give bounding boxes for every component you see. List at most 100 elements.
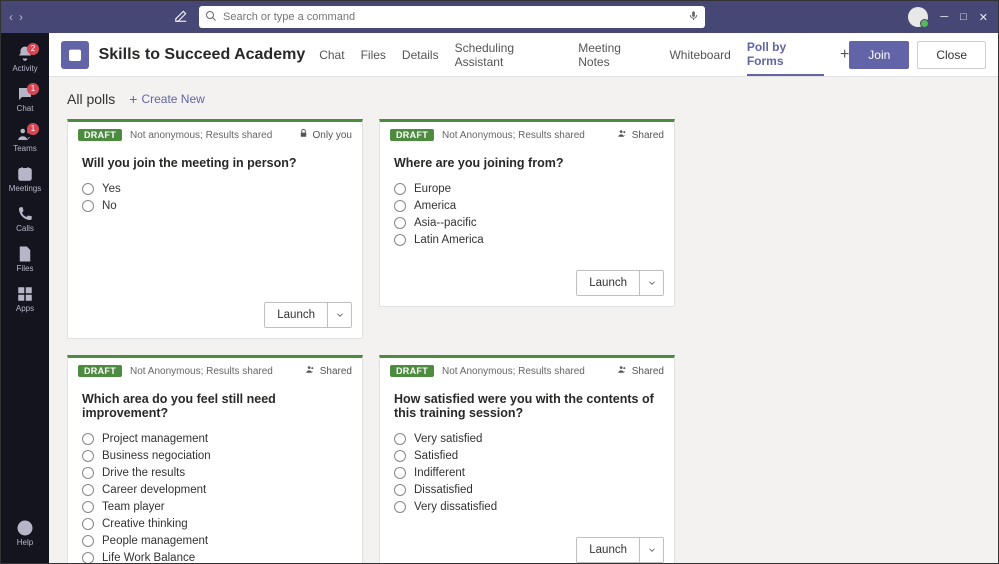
launch-button[interactable]: Launch <box>576 270 664 296</box>
rail-item-apps[interactable]: Apps <box>1 279 49 319</box>
poll-card: DRAFT Not Anonymous; Results shared Shar… <box>379 119 675 307</box>
radio-icon <box>82 200 94 212</box>
option-label: Yes <box>102 183 121 195</box>
launch-button[interactable]: Launch <box>264 302 352 328</box>
tab-add[interactable]: + <box>840 33 849 76</box>
poll-option[interactable]: Career development <box>82 481 348 498</box>
radio-icon <box>82 501 94 513</box>
rail-item-activity[interactable]: Activity 2 <box>1 39 49 79</box>
option-label: Asia--pacific <box>414 217 477 229</box>
chevron-down-icon[interactable] <box>327 303 351 327</box>
poll-option[interactable]: Drive the results <box>82 464 348 481</box>
chevron-down-icon[interactable] <box>639 271 663 295</box>
poll-option[interactable]: Yes <box>82 180 348 197</box>
option-label: Project management <box>102 433 208 445</box>
poll-option[interactable]: Satisfied <box>394 447 660 464</box>
tab-details[interactable]: Details <box>402 33 439 76</box>
chevron-down-icon[interactable] <box>639 538 663 562</box>
card-body: Which area do you feel still need improv… <box>68 382 362 563</box>
window-minimize-icon[interactable]: ─ <box>940 11 948 23</box>
title-bar: ‹ › ─ □ ✕ <box>1 1 998 33</box>
poll-option[interactable]: Team player <box>82 498 348 515</box>
people-icon <box>617 364 628 378</box>
page-title: Skills to Succeed Academy <box>99 46 306 64</box>
window-maximize-icon[interactable]: □ <box>960 11 967 23</box>
poll-option[interactable]: Business negociation <box>82 447 348 464</box>
join-button[interactable]: Join <box>849 41 909 69</box>
card-header: DRAFT Not Anonymous; Results shared Shar… <box>68 358 362 382</box>
radio-icon <box>82 518 94 530</box>
nav-forward-icon[interactable]: › <box>19 10 23 24</box>
plus-icon: + <box>129 91 137 107</box>
card-header: DRAFT Not anonymous; Results shared Only… <box>68 122 362 146</box>
poll-option[interactable]: Project management <box>82 430 348 447</box>
radio-icon <box>394 467 406 479</box>
rail-label: Apps <box>16 304 34 313</box>
poll-option[interactable]: Latin America <box>394 231 660 248</box>
app-window: ‹ › ─ □ ✕ Activity 2 <box>0 0 999 564</box>
close-button[interactable]: Close <box>917 41 986 69</box>
poll-option[interactable]: Very dissatisfied <box>394 498 660 515</box>
option-label: Latin America <box>414 234 484 246</box>
lock-icon <box>298 128 309 142</box>
tab-chat[interactable]: Chat <box>319 33 344 76</box>
poll-option[interactable]: Life Work Balance <box>82 549 348 563</box>
content-area: All polls + Create New DRAFT Not anonymo… <box>49 77 998 563</box>
radio-icon <box>82 467 94 479</box>
poll-option[interactable]: Asia--pacific <box>394 214 660 231</box>
option-label: People management <box>102 535 208 547</box>
poll-question: Which area do you feel still need improv… <box>82 392 348 420</box>
people-icon <box>617 128 628 142</box>
rail-item-teams[interactable]: Teams 1 <box>1 119 49 159</box>
option-label: Europe <box>414 183 451 195</box>
compose-icon[interactable] <box>171 9 191 26</box>
launch-label: Launch <box>577 538 639 562</box>
poll-option[interactable]: Very satisfied <box>394 430 660 447</box>
share-tag: Shared <box>617 128 664 142</box>
poll-card: DRAFT Not Anonymous; Results shared Shar… <box>379 355 675 563</box>
search-box[interactable] <box>199 6 705 28</box>
share-label: Shared <box>632 366 664 377</box>
sub-title: All polls <box>67 91 115 107</box>
poll-option[interactable]: Europe <box>394 180 660 197</box>
rail-item-chat[interactable]: Chat 1 <box>1 79 49 119</box>
create-new-button[interactable]: + Create New <box>129 91 205 107</box>
poll-option[interactable]: Dissatisfied <box>394 481 660 498</box>
rail-item-help[interactable]: Help <box>1 513 49 553</box>
poll-option[interactable]: Creative thinking <box>82 515 348 532</box>
launch-label: Launch <box>577 271 639 295</box>
rail-label: Meetings <box>9 184 41 193</box>
poll-option[interactable]: America <box>394 197 660 214</box>
anon-text: Not Anonymous; Results shared <box>442 366 585 377</box>
radio-icon <box>394 501 406 513</box>
rail-label: Help <box>17 538 33 547</box>
option-label: Very dissatisfied <box>414 501 497 513</box>
rail-label: Teams <box>13 144 37 153</box>
nav-back-icon[interactable]: ‹ <box>9 10 13 24</box>
tab-meeting-notes[interactable]: Meeting Notes <box>578 33 653 76</box>
poll-option[interactable]: People management <box>82 532 348 549</box>
tab-scheduling-assistant[interactable]: Scheduling Assistant <box>455 33 563 76</box>
option-label: Drive the results <box>102 467 185 479</box>
tab-poll-by-forms[interactable]: Poll by Forms <box>747 33 824 76</box>
search-input[interactable] <box>223 11 688 23</box>
mic-icon[interactable] <box>688 10 699 24</box>
launch-button[interactable]: Launch <box>576 537 664 563</box>
search-icon <box>205 10 217 25</box>
tab-whiteboard[interactable]: Whiteboard <box>669 33 730 76</box>
anon-text: Not anonymous; Results shared <box>130 130 272 141</box>
option-label: Team player <box>102 501 165 513</box>
rail-item-calls[interactable]: Calls <box>1 199 49 239</box>
user-avatar[interactable] <box>908 7 928 27</box>
tab-files[interactable]: Files <box>361 33 386 76</box>
rail-item-files[interactable]: Files <box>1 239 49 279</box>
poll-option[interactable]: Indifferent <box>394 464 660 481</box>
window-close-icon[interactable]: ✕ <box>979 11 988 24</box>
radio-icon <box>82 183 94 195</box>
rail-item-meetings[interactable]: Meetings <box>1 159 49 199</box>
draft-badge: DRAFT <box>78 129 122 141</box>
poll-option[interactable]: No <box>82 197 348 214</box>
poll-question: Where are you joining from? <box>394 156 660 170</box>
rail-label: Activity <box>12 64 37 73</box>
card-footer: Launch <box>68 294 362 338</box>
